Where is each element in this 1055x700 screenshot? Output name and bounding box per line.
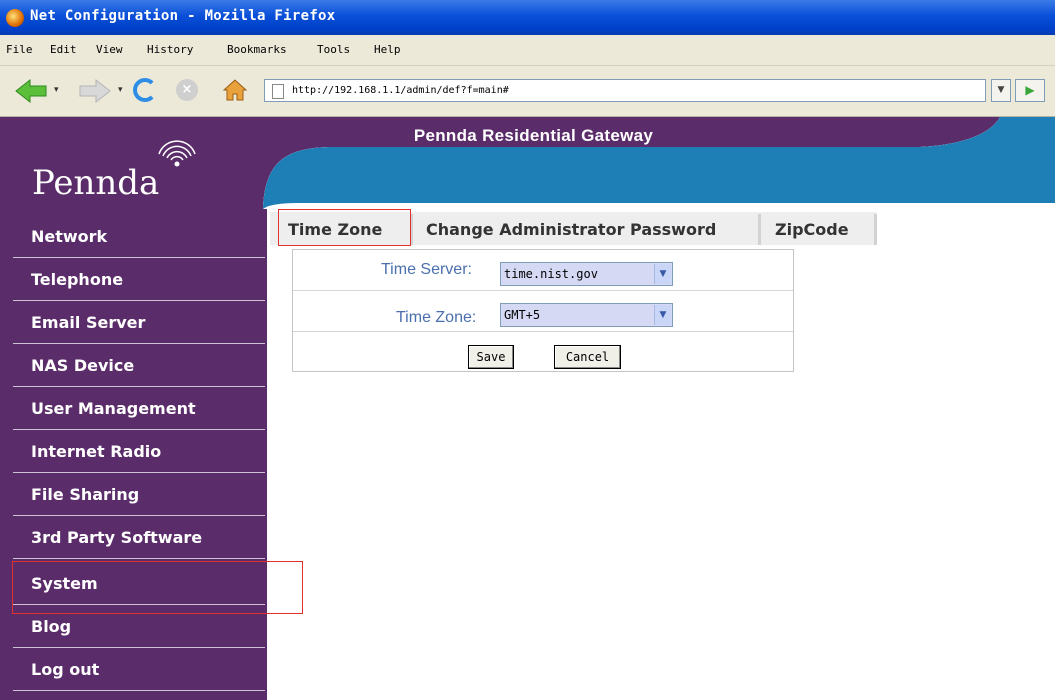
address-text[interactable]: http://192.168.1.1/admin/def?f=main#: [292, 85, 509, 96]
forward-arrow-icon[interactable]: [78, 78, 112, 104]
time-server-select[interactable]: time.nist.gov ▼: [500, 262, 673, 286]
window-title: Net Configuration - Mozilla Firefox: [30, 8, 336, 24]
stop-icon[interactable]: ×: [176, 79, 198, 101]
time-server-value: time.nist.gov: [504, 267, 598, 281]
sidebar-item-label: Telephone: [31, 270, 124, 289]
menu-edit[interactable]: Edit: [50, 43, 77, 56]
back-arrow-icon[interactable]: [14, 78, 48, 104]
sidebar-item-network[interactable]: Network: [13, 215, 265, 258]
sidebar-item-label: Log out: [31, 660, 100, 679]
chevron-down-icon: ▼: [654, 305, 671, 325]
tab-label: Change Administrator Password: [426, 220, 717, 239]
save-button[interactable]: Save: [468, 345, 514, 369]
sidebar-item-file-sharing[interactable]: File Sharing: [13, 473, 265, 516]
window-title-bar: Net Configuration - Mozilla Firefox: [0, 0, 1055, 35]
tab-label: ZipCode: [775, 220, 849, 239]
reload-icon[interactable]: [133, 78, 157, 102]
menu-bookmarks[interactable]: Bookmarks: [227, 43, 287, 56]
sidebar-item-3rd-party-software[interactable]: 3rd Party Software: [13, 516, 265, 559]
sidebar-item-label: NAS Device: [31, 356, 135, 375]
address-bar[interactable]: http://192.168.1.1/admin/def?f=main#: [264, 79, 986, 102]
time-server-label: Time Server:: [381, 261, 472, 278]
wireless-waves-icon: [158, 140, 196, 167]
time-zone-label: Time Zone:: [396, 309, 477, 326]
sidebar-item-log-out[interactable]: Log out: [13, 648, 265, 691]
forward-dropdown-icon[interactable]: ▾: [118, 85, 123, 95]
tab-divider: [874, 214, 877, 245]
back-dropdown-icon[interactable]: ▾: [54, 85, 59, 95]
sidebar-item-label: 3rd Party Software: [31, 528, 203, 547]
home-icon[interactable]: [222, 78, 248, 102]
menu-help[interactable]: Help: [374, 43, 401, 56]
time-zone-value: GMT+5: [504, 308, 541, 322]
menu-bar: File Edit View History Bookmarks Tools H…: [0, 35, 1055, 66]
menu-tools[interactable]: Tools: [317, 43, 350, 56]
sidebar-item-user-management[interactable]: User Management: [13, 387, 265, 430]
tab-change-admin-password[interactable]: Change Administrator Password: [413, 212, 758, 245]
address-dropdown-icon[interactable]: ▼: [991, 79, 1011, 102]
menu-view[interactable]: View: [96, 43, 123, 56]
menu-file[interactable]: File: [6, 43, 33, 56]
sidebar-item-label: File Sharing: [31, 485, 140, 504]
sidebar-item-label: Network: [31, 227, 108, 246]
sidebar: Network Telephone Email Server NAS Devic…: [0, 209, 267, 700]
sidebar-item-label: Internet Radio: [31, 442, 162, 461]
time-zone-form: Time Server: time.nist.gov ▼ Time Zone: …: [292, 249, 794, 372]
sidebar-item-label: Blog: [31, 617, 72, 636]
sidebar-item-telephone[interactable]: Telephone: [13, 258, 265, 301]
row-divider: [293, 290, 793, 291]
menu-history[interactable]: History: [147, 43, 193, 56]
cancel-button[interactable]: Cancel: [554, 345, 621, 369]
sidebar-item-email-server[interactable]: Email Server: [13, 301, 265, 344]
time-zone-tab-highlight-box: [278, 209, 411, 246]
row-divider: [293, 331, 793, 332]
go-icon[interactable]: ▶: [1015, 79, 1045, 102]
page-icon: [272, 84, 284, 99]
navigation-toolbar: ▾ ▾ × http://192.168.1.1/admin/def?f=mai…: [0, 66, 1055, 117]
sidebar-item-nas-device[interactable]: NAS Device: [13, 344, 265, 387]
system-highlight-box: [12, 561, 303, 614]
pennda-logo: Pennda: [32, 163, 160, 203]
sidebar-item-label: User Management: [31, 399, 196, 418]
firefox-icon: [6, 9, 24, 27]
sidebar-item-internet-radio[interactable]: Internet Radio: [13, 430, 265, 473]
chevron-down-icon: ▼: [654, 264, 671, 284]
time-zone-select[interactable]: GMT+5 ▼: [500, 303, 673, 327]
tab-zipcode[interactable]: ZipCode: [761, 212, 874, 245]
sidebar-item-label: Email Server: [31, 313, 146, 332]
